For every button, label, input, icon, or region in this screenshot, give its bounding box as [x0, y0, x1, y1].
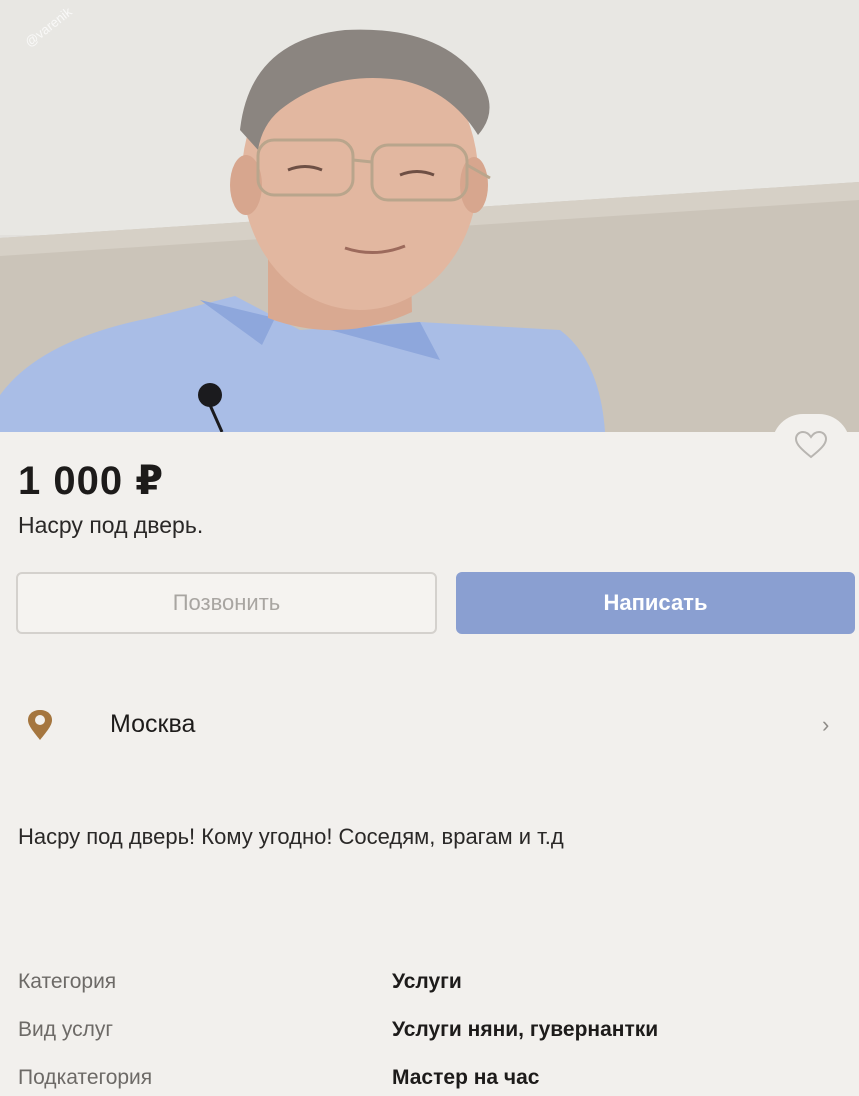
param-label-category: Категория	[18, 970, 117, 993]
location-row[interactable]: Москва ›	[0, 698, 859, 752]
param-value-subcategory: Мастер на час	[392, 1066, 540, 1089]
description: Насру под дверь! Кому угодно! Соседям, в…	[18, 824, 564, 849]
photo-image	[0, 0, 859, 432]
param-label-service-type: Вид услуг	[18, 1018, 114, 1041]
listing-photo[interactable]: @varenik	[0, 0, 859, 432]
param-value-category: Услуги	[392, 970, 462, 993]
param-label-subcategory: Подкатегория	[18, 1066, 153, 1089]
chevron-right-icon: ›	[822, 712, 830, 737]
heart-icon	[794, 430, 828, 459]
listing-title: Насру под дверь.	[18, 512, 204, 538]
param-value-service-type: Услуги няни, гувернантки	[392, 1018, 659, 1041]
call-button[interactable]: Позвонить	[16, 572, 437, 634]
favorite-button[interactable]	[772, 414, 850, 476]
write-button[interactable]: Написать	[456, 572, 855, 634]
price: 1 000 ₽	[18, 459, 165, 503]
map-pin-icon	[28, 710, 52, 740]
location-city: Москва	[110, 710, 196, 738]
